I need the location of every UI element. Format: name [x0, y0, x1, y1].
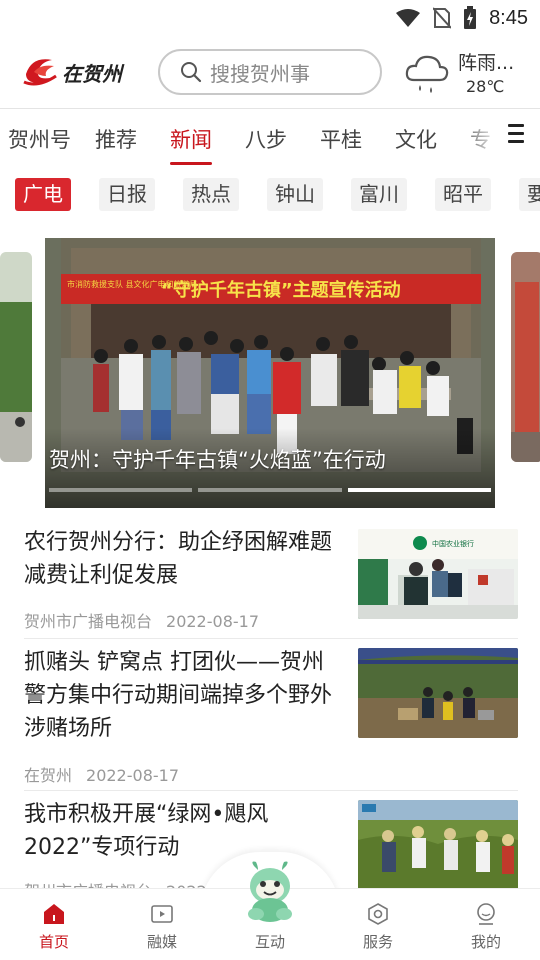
- news-separator: [24, 638, 518, 639]
- profile-icon: [477, 903, 495, 925]
- active-tab-indicator: [170, 162, 212, 165]
- media-icon: [151, 905, 173, 923]
- wifi-icon: [396, 9, 421, 27]
- subtab-guangdian[interactable]: 广电: [15, 178, 71, 211]
- nav-label: 首页: [38, 933, 69, 951]
- news-separator: [24, 790, 518, 791]
- news-title: 抓赌头 铲窝点 打团伙——贺州警方集中行动期间端掉多个野外涉赌场所: [24, 650, 333, 741]
- subtab-fuchuan[interactable]: 富川: [351, 178, 407, 211]
- banner-carousel[interactable]: 市消防救援支队 县文化广电和旅游局 “守护千年古镇”主题宣传活动 贺州：守护千年…: [0, 238, 540, 510]
- carousel-dot[interactable]: [198, 488, 342, 492]
- subtab-ribao[interactable]: 日报: [99, 178, 155, 211]
- tab-hezhouhao[interactable]: 贺州号: [8, 124, 71, 154]
- nav-label: 融媒: [146, 933, 177, 951]
- no-sim-icon: [433, 7, 452, 29]
- carousel-dot-active[interactable]: [347, 488, 491, 492]
- svg-text:中国农业银行: 中国农业银行: [432, 539, 474, 548]
- carousel-indicators: [49, 488, 491, 492]
- app-logo[interactable]: 在贺州: [22, 52, 138, 92]
- news-thumbnail: 中国农业银行: [358, 529, 518, 619]
- nav-home[interactable]: 首页: [9, 889, 99, 960]
- mascot-icon[interactable]: [240, 860, 300, 922]
- search-box[interactable]: 搜搜贺州事: [158, 49, 382, 95]
- header: 在贺州 搜搜贺州事 阵雨... 28℃: [0, 40, 540, 106]
- news-date: 2022-08-17: [166, 612, 259, 631]
- subtab-more[interactable]: 要: [519, 178, 540, 211]
- news-thumbnail: [358, 800, 518, 890]
- header-divider: [0, 108, 540, 109]
- status-time: 8:45: [489, 6, 528, 29]
- news-date: 2022-08-17: [86, 766, 179, 785]
- news-item[interactable]: 农行贺州分行：助企纾困解难题 减费让利促发展 贺州市广播电视台 2022-08-1…: [24, 526, 518, 636]
- battery-charging-icon: [464, 6, 477, 29]
- status-bar: 8:45: [0, 0, 540, 36]
- channel-menu-icon[interactable]: [508, 124, 524, 144]
- weather-widget[interactable]: 阵雨... 28℃: [404, 46, 534, 102]
- prev-slide[interactable]: [0, 252, 32, 462]
- tab-babu[interactable]: 八步: [245, 124, 287, 154]
- nav-service[interactable]: 服务: [333, 889, 423, 960]
- weather-desc: 阵雨...: [458, 52, 515, 74]
- news-meta: 贺州市广播电视台 2022-08-17: [24, 608, 259, 632]
- subtab-zhongshan[interactable]: 钟山: [267, 178, 323, 211]
- search-placeholder: 搜搜贺州事: [210, 61, 310, 86]
- banner-slide[interactable]: 市消防救援支队 县文化广电和旅游局 “守护千年古镇”主题宣传活动 贺州：守护千年…: [45, 238, 495, 508]
- svg-text:在贺州: 在贺州: [62, 62, 125, 86]
- news-meta: 在贺州 2022-08-17: [24, 762, 179, 786]
- status-icons: 8:45: [395, 6, 528, 30]
- banner-photo-text: “守护千年古镇”主题宣传活动: [161, 279, 401, 301]
- subtab-zhaoping[interactable]: 昭平: [435, 178, 491, 211]
- channel-tabs: 贺州号 推荐 新闻 八步 平桂 文化 专: [0, 110, 540, 168]
- tabs-fade: [456, 110, 500, 166]
- news-title: 农行贺州分行：助企纾困解难题 减费让利促发展: [24, 530, 333, 588]
- banner-title: 贺州：守护千年古镇“火焰蓝”在行动: [49, 448, 386, 472]
- subtab-hot[interactable]: 热点: [183, 178, 239, 211]
- carousel-dot[interactable]: [49, 488, 193, 492]
- news-thumbnail: [358, 648, 518, 738]
- rain-cloud-icon: [405, 55, 449, 93]
- tab-pinggui[interactable]: 平桂: [320, 124, 362, 154]
- nav-label: 互动: [254, 933, 285, 951]
- screen: 8:45 在贺州 搜搜贺州事 阵雨... 28℃ 贺州号 推荐 新闻 八步 平桂…: [0, 0, 540, 960]
- service-icon: [368, 903, 388, 925]
- weather-temp: 28℃: [466, 77, 505, 96]
- home-icon: [44, 904, 64, 924]
- tab-recommend[interactable]: 推荐: [95, 124, 137, 154]
- nav-label: 我的: [470, 933, 501, 951]
- nav-media[interactable]: 融媒: [117, 889, 207, 960]
- news-source: 贺州市广播电视台: [24, 612, 153, 631]
- sub-tabs: 广电 日报 热点 钟山 富川 昭平 要: [0, 178, 540, 214]
- news-source: 在贺州: [24, 766, 73, 785]
- tab-news[interactable]: 新闻: [170, 124, 212, 154]
- search-icon: [181, 62, 202, 83]
- next-slide[interactable]: [511, 252, 540, 462]
- news-item[interactable]: 抓赌头 铲窝点 打团伙——贺州警方集中行动期间端掉多个野外涉赌场所 在贺州 202…: [24, 646, 518, 786]
- nav-label: 服务: [362, 933, 393, 951]
- tab-culture[interactable]: 文化: [395, 124, 437, 154]
- nav-profile[interactable]: 我的: [441, 889, 531, 960]
